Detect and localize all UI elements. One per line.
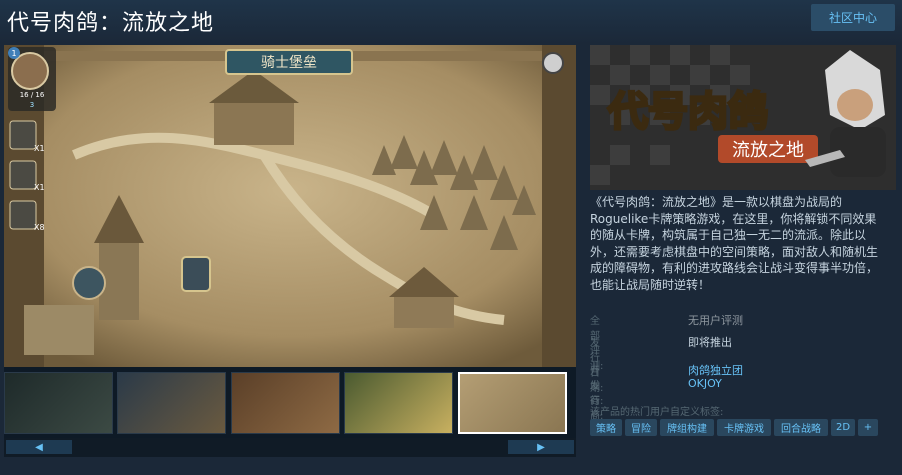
hud-item-count-2: X1 [34,183,45,192]
publisher-link[interactable]: OKJOY [688,377,722,390]
tag-2d[interactable]: 2D [831,419,855,436]
hud-item-count-1: X1 [34,144,45,153]
scroll-left-button[interactable]: ◀ [6,440,72,454]
capsule-title-sub: 流放之地 [732,140,804,161]
app-title: 代号肉鸽：流放之地 [7,11,215,36]
tags-more-button[interactable]: + [858,419,878,436]
tag-adventure[interactable]: 冒险 [625,419,657,436]
capsule-title-main: 代号肉鸽 [607,89,768,135]
tags-label: 该产品的热门用户自定义标签: [590,407,724,418]
main-screenshot[interactable]: 骑士堡垒 1 16 / 16 3 X1 X1 X8 [4,45,576,367]
thumbnail-2[interactable] [117,372,226,434]
header-capsule-image: 代号肉鸽 流放之地 [590,45,896,190]
reviews-value: 无用户评测 [688,314,743,327]
scroll-right-button[interactable]: ▶ [508,440,574,454]
tag-turn-based-strategy[interactable]: 回合战略 [774,419,828,436]
tag-card-game[interactable]: 卡牌游戏 [717,419,771,436]
developer-link[interactable]: 肉鸽独立团 [688,362,743,378]
community-hub-button[interactable]: 社区中心 [811,4,895,31]
hud-mana: 3 [30,101,34,109]
hud-item-count-3: X8 [34,223,45,232]
release-date-value: 即将推出 [688,336,732,349]
tag-deckbuilding[interactable]: 牌组构建 [660,419,714,436]
thumbnail-1[interactable] [4,372,113,434]
hud-hp: 16 / 16 [20,91,45,99]
hud-level: 1 [11,49,16,58]
game-description: 《代号肉鸽：流放之地》是一款以棋盘为战局的Roguelike卡牌策略游戏，在这里… [590,195,879,292]
tag-strategy[interactable]: 策略 [590,419,622,436]
thumbnail-4[interactable] [344,372,453,434]
thumbnail-scrollbar[interactable] [4,438,576,457]
thumbnail-5-selected[interactable] [458,372,567,434]
map-banner-label: 骑士堡垒 [261,55,317,71]
thumbnail-3[interactable] [231,372,340,434]
